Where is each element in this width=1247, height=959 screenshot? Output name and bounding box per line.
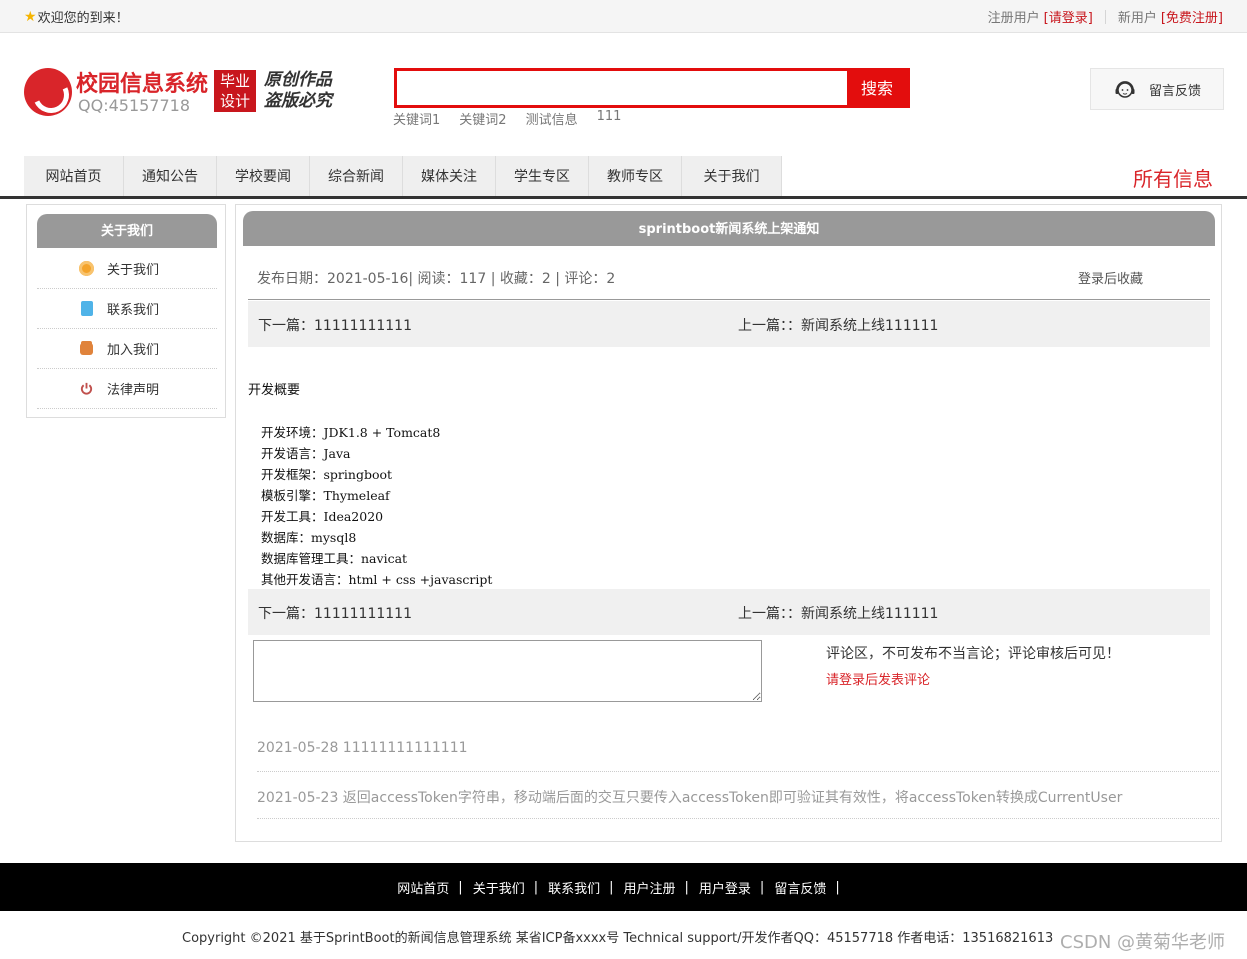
content-line: 其他开发语言：html + css +javascript	[261, 572, 493, 587]
content-line: 开发语言：Java	[261, 446, 351, 461]
logo-slogan: 原创作品 盗版必究	[264, 70, 332, 112]
article-content: 开发环境：JDK1.8 + Tomcat8 开发语言：Java 开发框架：spr…	[261, 422, 492, 590]
next-article-link[interactable]: 下一篇：11111111111	[258, 603, 412, 623]
nav-item-general-news[interactable]: 综合新闻	[310, 156, 403, 196]
headset-icon	[1115, 81, 1135, 98]
article-pager-bottom: 下一篇：11111111111 上一篇：：新闻系统上线111111	[248, 589, 1210, 635]
footer-separator: |	[835, 879, 840, 895]
nav-item-school-news[interactable]: 学校要闻	[217, 156, 310, 196]
clipboard-icon	[81, 301, 93, 316]
keyword-link[interactable]: 关键词1	[393, 109, 440, 128]
copyright-text: Copyright ©2021 基于SprintBoot的新闻信息管理系统 某省…	[182, 931, 1054, 946]
logo-badge: 毕业 设计	[214, 70, 256, 112]
logo-mark-icon	[24, 68, 72, 116]
content-line: 开发工具：Idea2020	[261, 509, 384, 524]
article-panel: sprintboot新闻系统上架通知 发布日期：2021-05-16| 阅读：1…	[235, 204, 1222, 842]
divider	[1104, 9, 1106, 24]
prev-article-link[interactable]: 上一篇：：新闻系统上线111111	[738, 315, 938, 335]
article-meta: 发布日期：2021-05-16| 阅读：117 | 收藏：2 | 评论：2	[257, 271, 616, 287]
footer-nav: 网站首页 | 关于我们 | 联系我们 | 用户注册 | 用户登录 | 留言反馈 |	[0, 863, 1247, 911]
welcome-text: 欢迎您的到来！	[37, 11, 129, 26]
keyword-link[interactable]: 关键词2	[459, 109, 506, 128]
article-pager-top: 下一篇：11111111111 上一篇：：新闻系统上线111111	[248, 301, 1210, 347]
sidebar-item-label: 法律声明	[107, 383, 160, 398]
sidebar-item-contact[interactable]: 联系我们	[37, 289, 217, 329]
keyword-link[interactable]: 测试信息	[526, 109, 578, 128]
search-bar: 搜索	[394, 68, 910, 108]
nav-item-home[interactable]: 网站首页	[24, 156, 124, 196]
lock-icon	[80, 342, 93, 355]
sidebar-list: 关于我们 联系我们 加入我们 法律声明	[37, 249, 217, 409]
site-logo[interactable]: 校园信息系统 QQ:45157718 毕业 设计 原创作品 盗版必究	[24, 66, 344, 118]
footer-link-about[interactable]: 关于我们	[473, 878, 525, 897]
footer-link-feedback[interactable]: 留言反馈	[774, 878, 826, 897]
divider	[257, 818, 1219, 819]
comment-item: 2021-05-23 返回accessToken字符串，移动端后面的交互只要传入…	[257, 790, 1123, 806]
register-link[interactable]: [免费注册]	[1161, 7, 1223, 26]
star-icon: ★	[24, 8, 37, 25]
footer-link-login[interactable]: 用户登录	[699, 878, 751, 897]
next-article-link[interactable]: 下一篇：11111111111	[258, 315, 412, 335]
top-bar: ★ 欢迎您的到来！ 注册用户 [请登录] 新用户 [免费注册]	[0, 0, 1247, 33]
sidebar-title: 关于我们	[37, 214, 217, 248]
nav-item-students[interactable]: 学生专区	[496, 156, 589, 196]
sidebar-item-about[interactable]: 关于我们	[37, 249, 217, 289]
logo-badge-line2: 设计	[219, 92, 250, 110]
search-button[interactable]: 搜索	[847, 71, 907, 105]
content-line: 数据库管理工具：navicat	[261, 551, 408, 566]
comment-note: 评论区，不可发布不当言论；评论审核后可见！	[826, 646, 1120, 662]
footer-separator: |	[759, 879, 765, 895]
article-title: sprintboot新闻系统上架通知	[243, 211, 1215, 246]
content-line: 开发框架：springboot	[261, 467, 393, 482]
nav-item-media[interactable]: 媒体关注	[403, 156, 496, 196]
content-line: 数据库：mysql8	[261, 530, 357, 545]
keyword-link[interactable]: 111	[597, 109, 622, 128]
logo-qq: QQ:45157718	[78, 96, 191, 115]
favorite-link[interactable]: 登录后收藏	[1078, 268, 1143, 287]
prev-article-link[interactable]: 上一篇：：新闻系统上线111111	[738, 603, 938, 623]
nav-item-notice[interactable]: 通知公告	[124, 156, 217, 196]
feedback-button[interactable]: 留言反馈	[1090, 68, 1224, 110]
sidebar: 关于我们 关于我们 联系我们 加入我们 法律声明	[26, 204, 226, 418]
logo-badge-line1: 毕业	[219, 72, 250, 90]
footer-separator: |	[684, 879, 689, 895]
sidebar-item-label: 加入我们	[107, 343, 160, 358]
sidebar-item-label: 联系我们	[107, 303, 160, 318]
divider	[248, 299, 1210, 300]
orange-circle-icon	[79, 261, 94, 276]
comment-textarea[interactable]	[253, 640, 762, 702]
login-link[interactable]: [请登录]	[1044, 7, 1093, 26]
watermark: CSDN @黄菊华老师	[1060, 932, 1226, 953]
slogan-line2: 盗版必究	[264, 91, 332, 111]
slogan-line1: 原创作品	[264, 70, 332, 90]
footer-link-home[interactable]: 网站首页	[397, 878, 449, 897]
power-icon	[80, 382, 93, 395]
nav-item-about[interactable]: 关于我们	[682, 156, 782, 196]
footer-separator: |	[458, 879, 463, 895]
registered-user-label: 注册用户	[987, 11, 1040, 26]
sidebar-item-legal[interactable]: 法律声明	[37, 369, 217, 409]
content-line: 模板引擎：Thymeleaf	[261, 488, 390, 503]
hot-keywords: 关键词1 关键词2 测试信息 111	[393, 109, 621, 128]
account-links: 注册用户 [请登录] 新用户 [免费注册]	[988, 7, 1223, 26]
sidebar-item-join[interactable]: 加入我们	[37, 329, 217, 369]
comment-item: 2021-05-28 11111111111111	[257, 740, 468, 756]
content-line: 开发环境：JDK1.8 + Tomcat8	[261, 425, 441, 440]
content-heading: 开发概要	[248, 383, 301, 398]
logo-title: 校园信息系统	[76, 72, 209, 97]
search-input[interactable]	[397, 71, 849, 105]
main-nav: 网站首页 通知公告 学校要闻 综合新闻 媒体关注 学生专区 教师专区 关于我们 …	[0, 155, 1247, 199]
sidebar-item-label: 关于我们	[107, 263, 160, 278]
divider	[257, 771, 1219, 772]
feedback-label: 留言反馈	[1149, 83, 1202, 99]
footer-link-register[interactable]: 用户注册	[624, 878, 676, 897]
new-user-label: 新用户	[1117, 11, 1157, 26]
comment-login-link[interactable]: 请登录后发表评论	[826, 669, 930, 688]
footer-separator: |	[609, 879, 614, 895]
nav-item-teachers[interactable]: 教师专区	[589, 156, 682, 196]
welcome-message: ★ 欢迎您的到来！	[24, 7, 129, 27]
all-info-link[interactable]: 所有信息	[1133, 163, 1213, 192]
footer-separator: |	[533, 879, 539, 895]
footer-link-contact[interactable]: 联系我们	[548, 878, 600, 897]
